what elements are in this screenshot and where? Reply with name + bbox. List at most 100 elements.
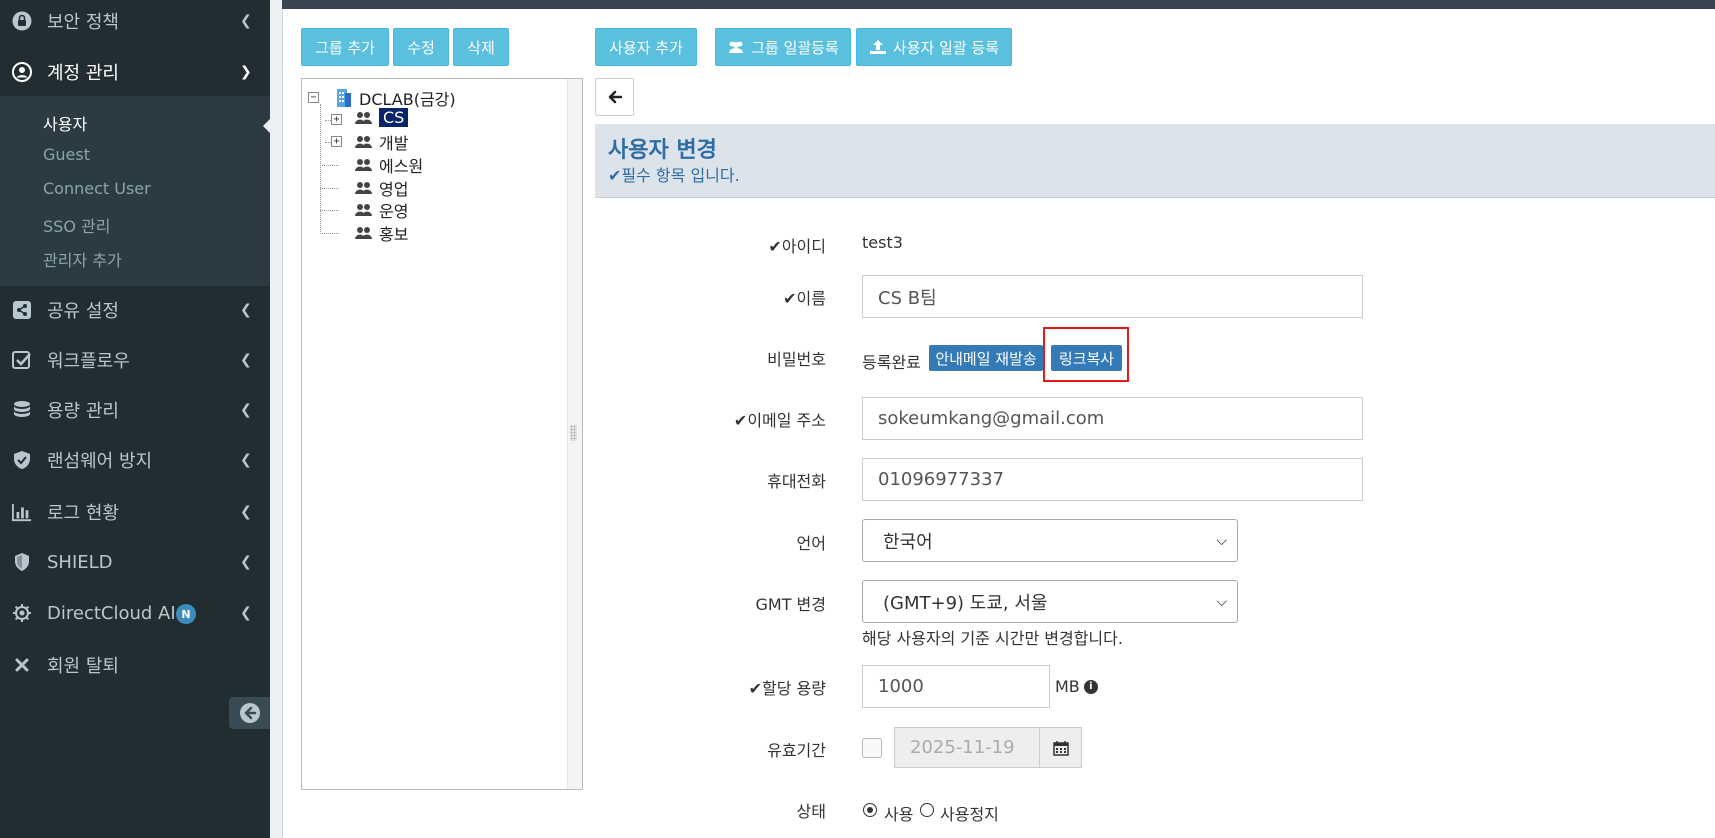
user-circle-icon xyxy=(12,62,32,82)
sidebar-item-connect-user[interactable]: Connect User xyxy=(43,179,151,198)
menu-label: 회원 탈퇴 xyxy=(47,656,119,677)
sidebar-item-users[interactable]: 사용자 xyxy=(43,111,87,135)
menu-directcloud-ai[interactable]: DirectCloud AI ❮ xyxy=(0,589,270,637)
tree-node-label: 운영 xyxy=(379,202,409,221)
required-note: ✔필수 항목 입니다. xyxy=(608,162,740,186)
id-value: test3 xyxy=(862,233,903,252)
tree-node-label: 에스원 xyxy=(379,157,424,176)
email-field[interactable]: sokeumkang@gmail.com xyxy=(862,397,1363,440)
tree-node-ops[interactable]: 운영 xyxy=(355,198,408,222)
sidebar-item-add-admin[interactable]: 관리자 추가 xyxy=(43,247,122,271)
menu-withdraw[interactable]: 회원 탈퇴 xyxy=(0,641,270,689)
language-select[interactable]: 한국어 ⌵ xyxy=(862,519,1238,562)
building-icon xyxy=(337,89,351,107)
chevron-left-icon: ❮ xyxy=(240,352,252,368)
chevron-down-icon: ⌵ xyxy=(1216,593,1227,610)
group-icon xyxy=(355,159,372,171)
calendar-icon xyxy=(1052,740,1069,756)
gmt-select[interactable]: (GMT+9) 도쿄, 서울 ⌵ xyxy=(862,580,1238,623)
name-input[interactable]: CS B팀 xyxy=(862,275,1363,318)
quota-input[interactable]: 1000 xyxy=(862,665,1050,708)
button-label: 삭제 xyxy=(467,38,495,57)
quota-label-text: 할당 용량 xyxy=(762,679,826,698)
expiry-checkbox[interactable] xyxy=(862,738,882,758)
menu-capacity[interactable]: 용량 관리 ❮ xyxy=(0,386,270,434)
ai-gear-icon xyxy=(12,603,32,623)
tree-node-sales[interactable]: 영업 xyxy=(355,176,408,200)
group-icon xyxy=(355,182,372,194)
gmt-note: 해당 사용자의 기준 시간만 변경합니다. xyxy=(862,629,1123,648)
tree-line xyxy=(320,165,339,166)
menu-share-settings[interactable]: 공유 설정 ❮ xyxy=(0,286,270,334)
sidebar-item-guest[interactable]: Guest xyxy=(43,145,90,164)
phone-field[interactable]: 01096977337 xyxy=(862,458,1363,501)
tree-node-dev[interactable]: 개발 xyxy=(355,130,408,154)
menu-workflow[interactable]: 워크플로우 ❮ xyxy=(0,336,270,384)
group-icon xyxy=(355,204,372,216)
tree-node-label: CS xyxy=(379,108,409,127)
status-suspended-radio[interactable] xyxy=(920,803,934,817)
expiry-date-input[interactable]: 2025-11-19 xyxy=(894,727,1040,768)
status-active-radio[interactable] xyxy=(863,803,877,817)
language-selected: 한국어 xyxy=(883,531,933,553)
add-user-button[interactable]: 사용자 추가 xyxy=(595,28,697,66)
group-icon xyxy=(355,111,372,124)
chevron-left-icon: ❮ xyxy=(240,504,252,520)
arrow-left-icon xyxy=(608,90,622,104)
shield-icon xyxy=(12,552,32,572)
check-square-icon xyxy=(12,350,32,370)
calendar-button[interactable] xyxy=(1040,727,1082,768)
menu-shield[interactable]: SHIELD ❮ xyxy=(0,538,270,586)
expiry-label: 유효기간 xyxy=(767,741,826,760)
group-icon xyxy=(355,227,372,239)
quota-unit-text: MB xyxy=(1055,677,1080,696)
menu-log-status[interactable]: 로그 현황 ❮ xyxy=(0,488,270,536)
resend-mail-button[interactable]: 안내메일 재발송 xyxy=(929,345,1043,371)
sidebar-collapse-button[interactable] xyxy=(229,697,270,729)
tree-root[interactable]: DCLAB(금강) xyxy=(333,86,456,110)
highlight-box xyxy=(1043,327,1129,382)
group-tree xyxy=(301,78,583,790)
menu-security-policy[interactable]: 보안 정책 ❮ xyxy=(0,0,270,45)
group-icon xyxy=(729,41,744,53)
expand-node-icon[interactable]: + xyxy=(331,136,342,147)
menu-label: 워크플로우 xyxy=(47,351,130,372)
info-icon[interactable]: i xyxy=(1083,679,1098,694)
menu-ransomware[interactable]: 랜섬웨어 방지 ❮ xyxy=(0,436,270,484)
add-group-button[interactable]: 그룹 추가 xyxy=(301,28,389,66)
check-icon: ✔ xyxy=(783,289,797,308)
button-label: 사용자 일괄 등록 xyxy=(892,38,1000,57)
status-suspended-label: 사용정지 xyxy=(940,805,999,824)
name-label-text: 이름 xyxy=(796,289,826,308)
top-bar xyxy=(282,0,1715,9)
tree-node-pr[interactable]: 홍보 xyxy=(355,221,408,245)
bulk-group-register-button[interactable]: 그룹 일괄등록 xyxy=(715,28,851,66)
menu-account-mgmt[interactable]: 계정 관리 ❯ xyxy=(0,48,270,96)
sidebar-item-sso[interactable]: SSO 관리 xyxy=(43,213,110,237)
tree-node-s1[interactable]: 에스원 xyxy=(355,153,423,177)
collapse-node-icon[interactable]: − xyxy=(308,92,319,103)
new-badge: N xyxy=(176,604,196,624)
chevron-left-icon: ❮ xyxy=(240,554,252,570)
id-label: ✔아이디 xyxy=(768,233,826,257)
shield-check-icon xyxy=(12,450,32,470)
resize-handle[interactable] xyxy=(570,425,577,441)
check-icon: ✔ xyxy=(768,237,782,256)
button-label: 그룹 추가 xyxy=(315,38,375,57)
delete-group-button[interactable]: 삭제 xyxy=(453,28,509,66)
bulk-user-register-button[interactable]: 사용자 일괄 등록 xyxy=(856,28,1012,66)
chevron-left-icon: ❮ xyxy=(240,402,252,418)
tree-node-label: 영업 xyxy=(379,180,409,199)
expand-node-icon[interactable]: + xyxy=(331,114,342,125)
group-icon xyxy=(355,136,372,148)
upload-icon xyxy=(869,40,886,54)
password-status: 등록완료 xyxy=(862,353,921,372)
menu-label: 용량 관리 xyxy=(47,401,119,422)
tree-line xyxy=(320,210,339,211)
edit-group-button[interactable]: 수정 xyxy=(393,28,449,66)
button-label: 그룹 일괄등록 xyxy=(751,38,839,57)
tree-root-label: DCLAB(금강) xyxy=(359,90,456,109)
back-button[interactable] xyxy=(595,78,634,116)
tree-node-cs[interactable]: CS xyxy=(355,108,409,127)
chevron-down-icon: ❯ xyxy=(240,64,252,80)
